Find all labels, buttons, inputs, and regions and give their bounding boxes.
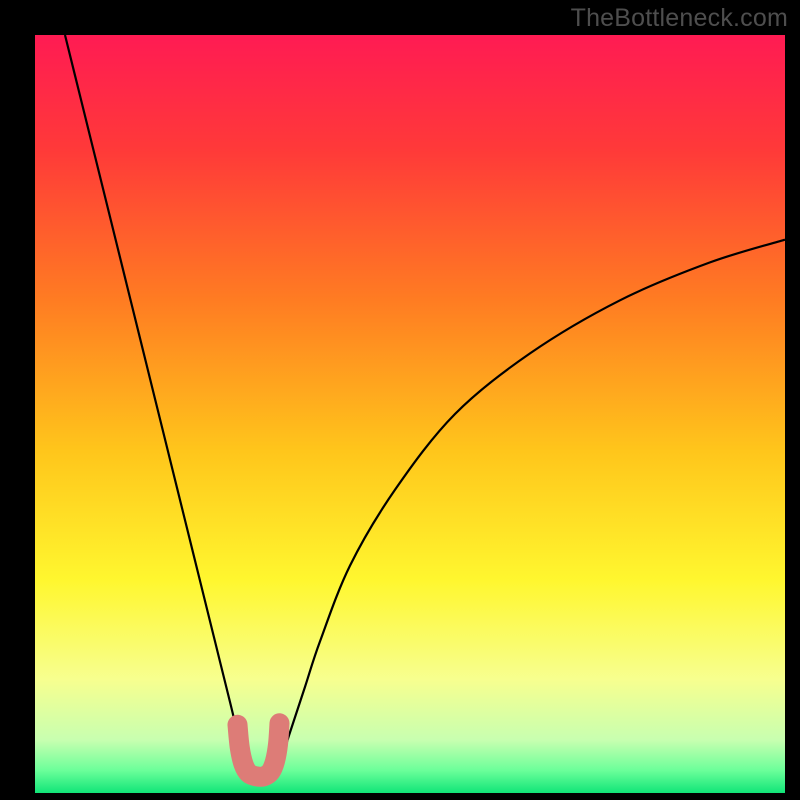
chart-svg bbox=[0, 0, 800, 800]
chart-background bbox=[35, 35, 785, 793]
chart-frame: TheBottleneck.com bbox=[0, 0, 800, 800]
watermark-text: TheBottleneck.com bbox=[571, 4, 788, 33]
